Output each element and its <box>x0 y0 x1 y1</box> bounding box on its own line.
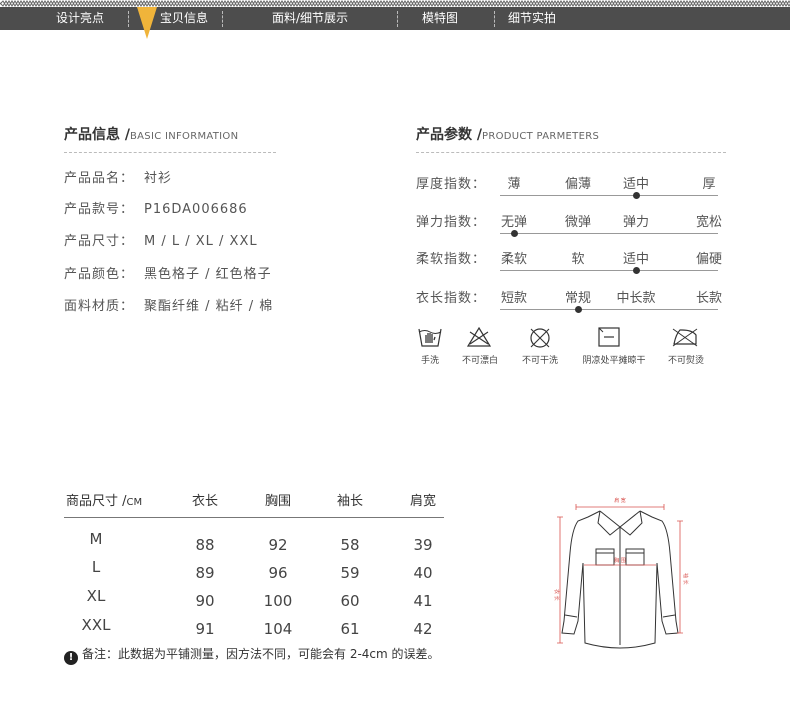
size-value-cell: 90 <box>195 592 215 610</box>
divider <box>64 152 276 153</box>
divider <box>416 152 726 153</box>
nav-item-design[interactable]: 设计亮点 <box>56 7 104 30</box>
nav-item-product-info[interactable]: 宝贝信息 <box>160 7 208 30</box>
size-col-chest: 胸围 <box>264 494 292 509</box>
size-value-cell: 41 <box>413 592 433 610</box>
size-name-cell: L <box>91 558 101 576</box>
size-value-cell: 88 <box>195 536 215 554</box>
param-label: 厚度指数： <box>416 177 487 192</box>
nav-item-detail-photos[interactable]: 细节实拍 <box>508 7 556 30</box>
param-label: 衣长指数： <box>416 291 487 306</box>
size-value-cell: 100 <box>263 592 293 610</box>
size-col-shoulder: 肩宽 <box>409 494 437 509</box>
param-option: 适中 <box>622 252 650 267</box>
size-name-cell: XXL <box>81 616 111 634</box>
size-table-rule <box>64 517 444 518</box>
param-scale-line <box>500 233 718 234</box>
size-value-cell: 42 <box>413 620 433 638</box>
care-label: 阴凉处平摊晾干 <box>582 356 646 366</box>
param-selected-dot <box>511 230 518 237</box>
size-value-cell: 61 <box>340 620 360 638</box>
param-option: 无弹 <box>500 215 528 230</box>
param-label: 柔软指数： <box>416 252 487 267</box>
nav-divider <box>494 11 495 27</box>
size-value-cell: 92 <box>268 536 288 554</box>
length-label: 衣 长 <box>553 589 560 601</box>
info-row-colors: 产品颜色： 黑色格子 / 红色格子 <box>64 267 272 282</box>
size-name-cell: XL <box>86 587 106 605</box>
basic-info-title: 产品信息 /BASIC INFORMATION <box>64 127 239 143</box>
dry-flat-shade-icon <box>598 327 620 347</box>
nav-divider <box>397 11 398 27</box>
chest-label: 胸 围 <box>614 557 626 564</box>
param-option: 长款 <box>695 291 723 306</box>
sleeve-label: 袖 长 <box>682 573 689 585</box>
param-option: 适中 <box>622 177 650 192</box>
care-label: 不可漂白 <box>461 356 499 366</box>
param-scale-line <box>500 195 718 196</box>
size-value-cell: 96 <box>268 564 288 582</box>
active-nav-pointer <box>137 7 157 39</box>
size-name-cell: M <box>89 530 103 548</box>
size-value-cell: 39 <box>413 536 433 554</box>
param-selected-dot <box>633 192 640 199</box>
param-option: 偏薄 <box>564 177 592 192</box>
param-option: 软 <box>571 252 585 267</box>
param-selected-dot <box>575 306 582 313</box>
param-option: 柔软 <box>500 252 528 267</box>
param-option: 短款 <box>500 291 528 306</box>
zigzag-border <box>0 0 790 7</box>
care-label: 手洗 <box>420 356 440 366</box>
param-option: 中长款 <box>616 291 656 306</box>
param-selected-dot <box>633 267 640 274</box>
size-value-cell: 91 <box>195 620 215 638</box>
info-row-name: 产品品名： 衬衫 <box>64 171 173 186</box>
param-scale-line <box>500 309 718 310</box>
nav-divider <box>128 11 129 27</box>
param-option: 偏硬 <box>695 252 723 267</box>
measurement-note: ! 备注：此数据为平铺测量，因方法不同，可能会有 2-4cm 的误差。 <box>64 645 440 665</box>
hand-wash-icon <box>418 328 442 347</box>
product-params-title: 产品参数 /PRODUCT PARMETERS <box>416 127 600 143</box>
info-row-style-no: 产品款号： P16DA006686 <box>64 202 248 217</box>
shirt-outline <box>561 510 679 649</box>
size-value-cell: 58 <box>340 536 360 554</box>
size-value-cell: 89 <box>195 564 215 582</box>
size-value-cell: 104 <box>263 620 293 638</box>
param-option: 微弹 <box>564 215 592 230</box>
no-dry-clean-icon <box>530 328 550 348</box>
care-label: 不可熨烫 <box>667 356 705 366</box>
size-value-cell: 40 <box>413 564 433 582</box>
param-label: 弹力指数： <box>416 215 487 230</box>
size-col-sleeve: 袖长 <box>336 494 364 509</box>
param-option: 常规 <box>564 291 592 306</box>
size-table-header: 商品尺寸 /CM <box>66 494 143 509</box>
size-value-cell: 60 <box>340 592 360 610</box>
nav-item-model[interactable]: 模特图 <box>422 7 458 30</box>
top-nav-bar: 设计亮点 宝贝信息 面料/细节展示 模特图 细节实拍 <box>0 7 790 30</box>
warning-icon: ! <box>64 651 78 665</box>
nav-divider <box>222 11 223 27</box>
shoulder-label: 肩 宽 <box>614 497 626 504</box>
size-col-length: 衣长 <box>191 494 219 509</box>
nav-item-fabric[interactable]: 面料/细节展示 <box>272 7 348 30</box>
param-option: 薄 <box>507 177 521 192</box>
info-row-sizes: 产品尺寸： M / L / XL / XXL <box>64 234 258 249</box>
param-scale-line <box>500 270 718 271</box>
size-value-cell: 59 <box>340 564 360 582</box>
param-option: 厚 <box>702 177 716 192</box>
param-option: 宽松 <box>695 215 723 230</box>
shirt-measurement-diagram: 肩 宽 胸 围 衣 长 袖 长 <box>553 497 689 649</box>
no-bleach-icon <box>466 326 492 347</box>
no-iron-icon <box>672 328 698 347</box>
param-option: 弹力 <box>622 215 650 230</box>
info-row-material: 面料材质： 聚酯纤维 / 粘纤 / 棉 <box>64 299 274 314</box>
care-label: 不可干洗 <box>521 356 559 366</box>
